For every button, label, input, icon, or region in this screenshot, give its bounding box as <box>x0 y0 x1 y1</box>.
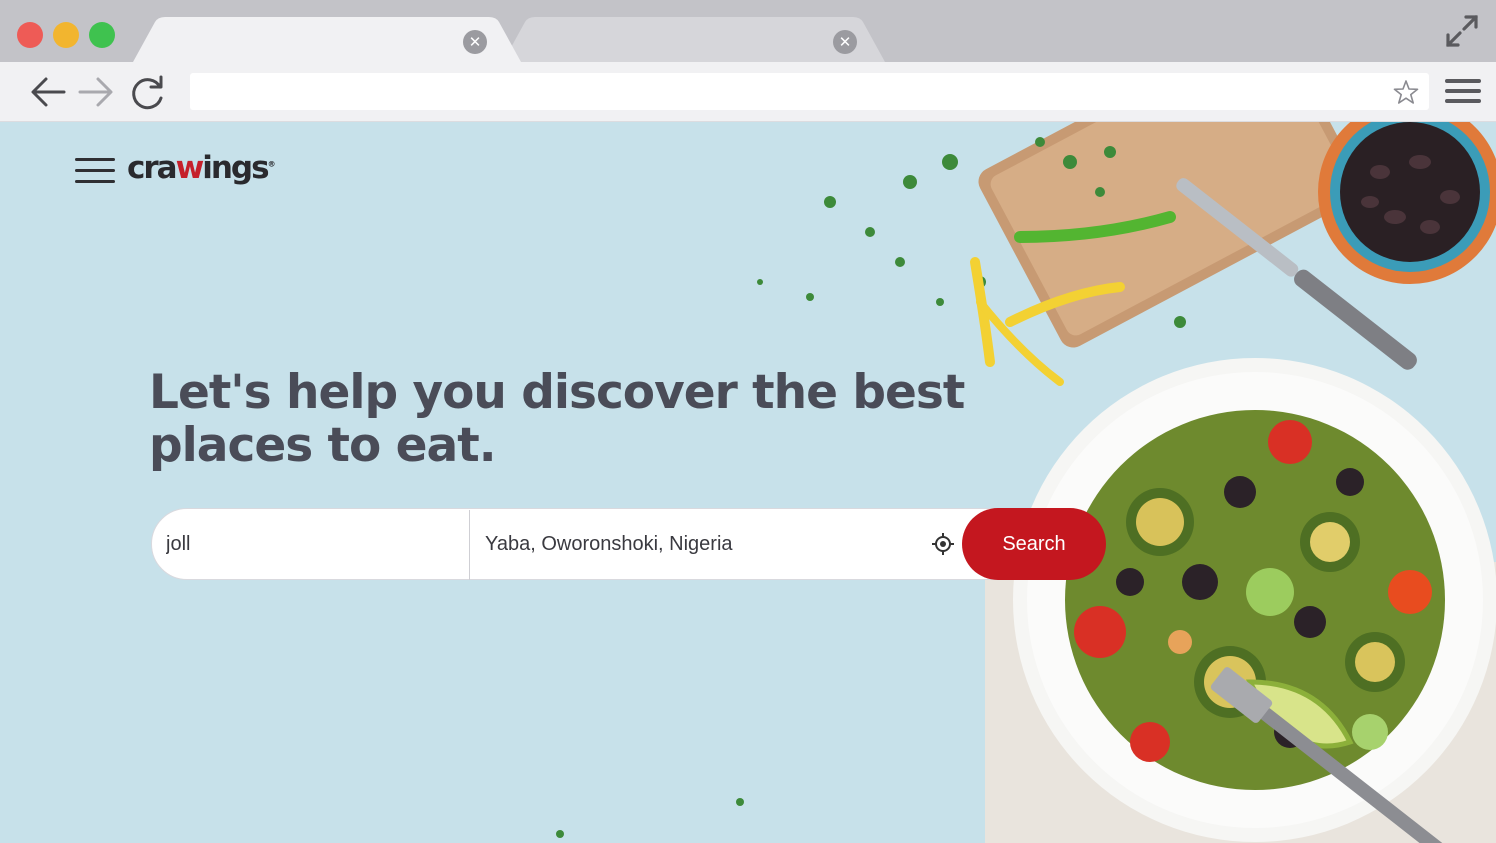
fullscreen-icon[interactable] <box>1445 14 1479 48</box>
cravings-logo[interactable]: crawings® <box>127 150 276 186</box>
browser-toolbar <box>0 62 1496 122</box>
search-divider <box>469 510 470 580</box>
food-search-input[interactable] <box>166 510 456 578</box>
site-menu-icon[interactable] <box>75 158 115 188</box>
logo-mark: w <box>175 150 205 186</box>
window-minimize-button[interactable] <box>53 22 79 48</box>
reload-icon[interactable] <box>128 72 168 112</box>
location-input[interactable] <box>485 510 915 578</box>
close-icon[interactable]: ✕ <box>833 30 857 54</box>
logo-trademark: ® <box>267 159 276 169</box>
search-bar: Search <box>151 508 1106 580</box>
hero-food-image <box>0 122 1496 843</box>
web-page: crawings® Let's help you discover the be… <box>0 122 1496 843</box>
tab-second[interactable]: ✕ <box>503 17 885 62</box>
tab-strip: ✕ ✕ <box>0 0 1496 62</box>
window-close-button[interactable] <box>17 22 43 48</box>
browser-window: ✕ ✕ crawings® Let's help you discover th… <box>0 0 1496 843</box>
search-button[interactable]: Search <box>962 508 1106 580</box>
address-bar[interactable] <box>190 73 1429 110</box>
window-maximize-button[interactable] <box>89 22 115 48</box>
browser-menu-icon[interactable] <box>1445 79 1481 107</box>
tab-first[interactable]: ✕ <box>133 17 521 62</box>
locate-me-icon[interactable] <box>932 533 954 555</box>
forward-arrow-icon[interactable] <box>76 72 116 112</box>
url-input[interactable] <box>204 73 1384 110</box>
search-box <box>151 508 1051 580</box>
hero-headline: Let's help you discover the best places … <box>149 365 965 473</box>
back-arrow-icon[interactable] <box>28 72 68 112</box>
bookmark-star-icon[interactable] <box>1393 79 1419 105</box>
tab-shape <box>503 17 885 62</box>
close-icon[interactable]: ✕ <box>463 30 487 54</box>
logo-prefix: cra <box>127 150 178 186</box>
logo-suffix: ings <box>202 150 269 186</box>
